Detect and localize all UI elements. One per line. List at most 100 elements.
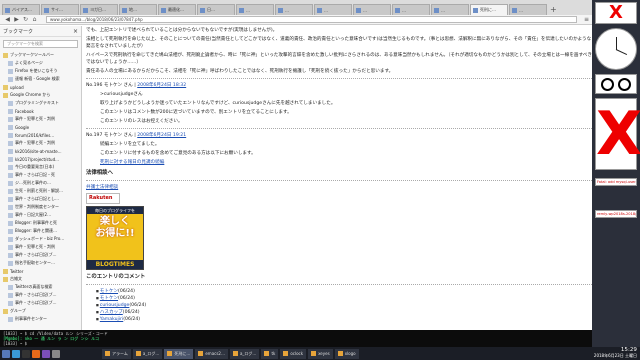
tab-7[interactable]: … [275,4,313,15]
comment-author-link[interactable]: curiousjudge [100,303,130,308]
tab-3[interactable]: 地… [119,4,157,15]
tab-6[interactable]: … [236,4,274,15]
bookmark-item[interactable]: Firefox を使いこなそう [0,67,81,75]
taskbar-task[interactable]: emacs2… [195,348,228,359]
bookmark-icon [8,100,13,106]
bookmark-icon [8,252,13,258]
blogtimes-banner[interactable]: 毎日のブログライフを 楽しく お得に!! BLOGTIMES [86,206,144,270]
bookmark-item[interactable]: 生死・刑罰と死刑・解説… [0,187,81,195]
bookmark-item[interactable]: Blogger: 刑事事件と死 [0,219,81,227]
bookmark-icon [8,284,13,290]
bookmark-item[interactable]: 世界・判例制度センター [0,203,81,211]
close-sidebar-button[interactable]: × [73,28,78,35]
bookmark-item[interactable]: kk2017/project/stud... [0,155,81,163]
comment-author-link[interactable]: モトケン [100,296,118,301]
oclock-window[interactable] [595,28,637,70]
taskbar-task[interactable]: a_ログ… [132,348,163,359]
taskbar-task[interactable]: xlogo [334,348,359,359]
bookmark-item[interactable]: Blogger: 事件と関連… [0,227,81,235]
terminal-icon[interactable] [22,349,30,358]
forward-button[interactable]: ▶ [13,16,20,23]
bookmark-icon [8,76,13,82]
rakuten-logo[interactable]: Rakuten [86,193,120,204]
url-bar[interactable]: www.yokohama.../blog/2018/06/23/07847.ph… [46,16,577,23]
bookmark-item[interactable]: 事件・さらば日記(ブ… [0,299,81,307]
bookmark-item[interactable]: 今日の重要発言(日本) [0,163,81,171]
back-button[interactable]: ◀ [4,16,11,23]
bookmark-item[interactable]: Facebook [0,107,81,115]
bookmark-item[interactable]: forum/2016/kfiles... [0,131,81,139]
reload-button[interactable]: ↻ [22,16,29,23]
bookmark-item[interactable]: ダッシュボード・biz Pro... [0,235,81,243]
terminal-window[interactable]: [1033] ~ $ cd /Video/data ルン シリーズ・コード [M… [0,330,592,347]
home-button[interactable]: ⌂ [31,16,38,23]
settings-icon[interactable] [52,349,60,358]
bookmark-item[interactable]: 刑事事件センター [0,315,81,323]
tab-2[interactable]: ヨガ日… [80,4,118,15]
bookmark-item[interactable]: ジ…死刑と事件の… [0,179,81,187]
bookmark-folder[interactable]: upload [0,83,81,91]
firefox-icon[interactable] [32,349,40,358]
notification-text: remly-wp2018s-2018/Y [595,210,637,218]
tab-4[interactable]: 最適化… [158,4,196,15]
bookmark-item[interactable]: 事件・さらば日記(ブ… [0,251,81,259]
bookmark-folder[interactable]: グループ [0,307,81,315]
taskbar-task[interactable]: a_ログ… [229,348,260,359]
taskbar-task[interactable]: tk [261,348,279,359]
bookmark-item[interactable]: 事件・さらば日記とし… [0,195,81,203]
file-manager-icon[interactable] [12,349,20,358]
bookmark-item[interactable]: 速報 新宿 - Google 検索 [0,75,81,83]
tab-10[interactable]: … [392,4,430,15]
tab-favicon-icon [434,7,439,13]
bookmark-item[interactable]: 事件・犯罪と死・判例 [0,139,81,147]
tab-11[interactable]: … [431,4,469,15]
law-consult-link[interactable]: 弁護士法律相談 [86,185,118,190]
editor-icon[interactable] [42,349,50,358]
bookmark-item[interactable]: Google [0,123,81,131]
bookmark-folder[interactable]: Twitter [0,267,81,275]
taskbar-clock[interactable]: 15:29 2018年6月23日 土曜日 [594,347,637,359]
tab-13[interactable]: … [509,4,547,15]
comment-author-link[interactable]: モトケン [100,289,118,294]
tab-5[interactable]: 日… [197,4,235,15]
bookmark-folder[interactable]: 古雑文 [0,275,81,283]
bookmark-item[interactable]: 指名手配取センター… [0,259,81,267]
tab-12-active[interactable]: 死刑に… [470,4,508,15]
bookmark-item[interactable]: プログラミングテキスト [0,99,81,107]
comment-author-link[interactable]: ハスカップ [100,310,123,315]
bookmark-item[interactable]: 事件・さらば日記・死 [0,171,81,179]
bookmark-item[interactable]: 事件・犯罪と死・判例 [0,243,81,251]
tab-9[interactable]: … [353,4,391,15]
bookmark-icon [8,220,13,226]
tab-1[interactable]: サイ… [41,4,79,15]
xlogo-window[interactable]: X [595,2,637,24]
comment-date-link[interactable]: 2008年6月24日 19:21 [137,133,186,138]
menu-icon[interactable]: ≡ [583,16,590,23]
bookmark-item[interactable]: よく見るページ [0,59,81,67]
bookmark-item[interactable]: Twitterの真面な検索 [0,283,81,291]
bookmark-item[interactable]: 事件・日記大屋(2… [0,211,81,219]
bookmark-item[interactable]: 事件・さらば日記(ブ… [0,291,81,299]
taskbar-task[interactable]: 死刑に… [164,348,194,359]
taskbar-task[interactable]: xeyes [308,348,333,359]
window-icon [337,351,343,356]
bookmark-folder[interactable]: Google Chrome から [0,91,81,99]
bookmark-item[interactable]: kk2016/site-at-maste... [0,147,81,155]
taskbar-task[interactable]: oclock [280,348,307,359]
app-menu-icon[interactable] [2,349,10,358]
bookmark-folder[interactable]: ブックマークツールバー [0,51,81,59]
bookmark-item[interactable]: 事件・犯罪と死・判例 [0,115,81,123]
taskbar-task[interactable]: アラーム [102,348,131,359]
sequel-entry-link[interactable]: 死刑に対する報日の見識の続編 [100,160,164,165]
bookmark-search-input[interactable]: ブックマークを検索 [3,40,78,48]
tab-8[interactable]: … [314,4,352,15]
new-tab-button[interactable]: + [550,5,557,15]
xlogo-window[interactable]: X [595,98,640,170]
bookmark-label: Firefox を使いこなそう [15,68,58,73]
bookmark-label: 世界・判例制度センター [15,204,59,209]
bookmark-label: ブックマークツールバー [10,52,54,57]
comment-author-link[interactable]: Yamakujiri [100,317,123,322]
comment-date-link[interactable]: 2008年6月24日 18:32 [137,83,186,88]
tab-0[interactable]: バイアス… [2,4,40,15]
xeyes-window[interactable] [595,74,637,94]
